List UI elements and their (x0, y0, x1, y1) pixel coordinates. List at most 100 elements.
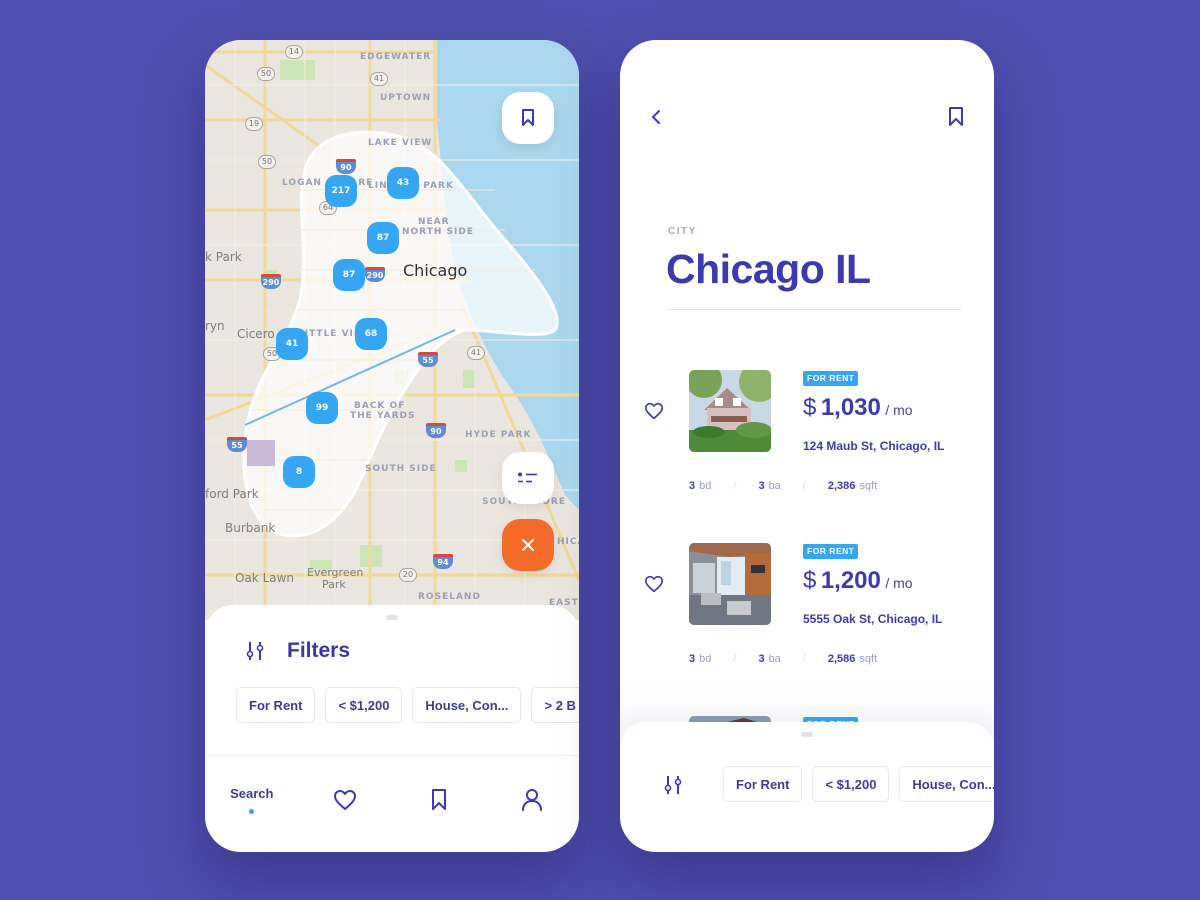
filter-chip-property-type[interactable]: House, Con... (899, 766, 994, 802)
listing-status-badge: FOR RENT (803, 544, 859, 559)
listing-cluster-marker[interactable]: 8 (283, 456, 315, 488)
map-view[interactable]: EDGEWATER UPTOWN LAKE VIEW LOGAN SQUARE … (205, 40, 579, 620)
listing-cluster-marker[interactable]: 99 (306, 392, 338, 424)
tab-favorites[interactable] (315, 780, 375, 820)
map-label: Chicago (403, 261, 468, 280)
list-view-icon (518, 472, 537, 483)
listing-card[interactable]: FOR RENT $ 1,030 / mo 124 Maub St, Chica… (620, 370, 994, 520)
bookmark-button[interactable] (948, 106, 964, 133)
sheet-drag-handle[interactable] (386, 615, 398, 620)
favorite-button[interactable] (644, 575, 664, 598)
tab-saved[interactable] (409, 780, 469, 820)
chevron-left-icon (652, 110, 660, 124)
city-caption: CITY (668, 226, 697, 237)
listing-address: 5555 Oak St, Chicago, IL (803, 612, 943, 626)
divider (666, 309, 961, 310)
listing-cluster-marker[interactable]: 41 (276, 328, 308, 360)
interstate-shield: 55 (227, 437, 247, 452)
map-label: NORTH SIDE (402, 227, 474, 237)
filter-chip-property-type[interactable]: House, Con... (412, 687, 522, 723)
map-label: Cicero (237, 327, 275, 341)
interstate-shield: 290 (365, 267, 385, 282)
city-title: Chicago IL (666, 246, 871, 292)
separator: / (733, 480, 737, 492)
map-label: SOUTH SIDE (365, 464, 437, 474)
map-label: Park (322, 578, 346, 591)
active-tab-indicator (249, 809, 255, 814)
baths-unit: ba (768, 653, 781, 665)
filter-chip-price[interactable]: < $1,200 (325, 687, 403, 723)
divider (205, 755, 579, 756)
separator: / (802, 480, 806, 492)
close-button[interactable] (502, 519, 554, 571)
tab-profile[interactable] (502, 780, 562, 820)
map-label: ROSELAND (418, 592, 481, 602)
tab-search-label: Search (230, 786, 274, 801)
price-period: / mo (885, 575, 913, 591)
map-label: THE YARDS (350, 411, 416, 421)
beds-count: 3 (689, 480, 696, 492)
bookmark-map-button[interactable] (502, 92, 554, 144)
listing-cluster-marker[interactable]: 217 (325, 175, 357, 207)
listing-photo[interactable] (689, 543, 771, 625)
heart-icon (334, 790, 357, 810)
area-unit: sqft (859, 480, 878, 492)
us-route-shield: 50 (258, 155, 276, 169)
favorite-button[interactable] (644, 402, 664, 425)
area-value: 2,386 (827, 480, 856, 492)
us-route-shield: 41 (467, 346, 485, 360)
map-label: HYDE PARK (465, 430, 532, 440)
interstate-shield: 90 (336, 159, 356, 174)
filters-header[interactable]: Filters (245, 639, 350, 663)
land-area (247, 440, 275, 466)
listing-cluster-marker[interactable]: 43 (387, 167, 419, 199)
sheet-drag-handle[interactable] (801, 732, 813, 737)
price-amount: 1,200 (820, 567, 881, 594)
filter-chip-price[interactable]: < $1,200 (812, 766, 890, 802)
beds-unit: bd (699, 480, 712, 492)
heart-icon (644, 402, 663, 420)
us-route-shield: 14 (285, 45, 303, 59)
listing-photo[interactable] (689, 370, 771, 452)
baths-unit: ba (768, 480, 781, 492)
map-label: Oak Lawn (235, 571, 295, 585)
filter-sliders-icon (664, 776, 682, 794)
filter-chip-row: For Rent < $1,200 House, Con... > 2 B (236, 687, 579, 723)
map-label: BACK OF (354, 401, 406, 411)
bottom-tab-bar: Search (205, 775, 579, 825)
beds-unit: bd (699, 653, 712, 665)
house-photo (689, 370, 771, 452)
interior-photo (689, 543, 771, 625)
park-area (280, 60, 315, 80)
area-unit: sqft (859, 653, 878, 665)
filters-button[interactable] (663, 774, 685, 801)
price-currency: $ (803, 394, 817, 421)
us-route-shield: 41 (370, 72, 388, 86)
close-icon (522, 539, 534, 551)
price-period: / mo (885, 402, 913, 418)
tab-search[interactable]: Search (222, 780, 282, 820)
filter-chip-for-rent[interactable]: For Rent (723, 766, 803, 802)
listing-card[interactable]: FOR RENT $ 1,200 / mo 5555 Oak St, Chica… (620, 543, 994, 693)
listing-stats: 3 bd / 3 ba / 2,586 sqft (689, 653, 877, 665)
back-button[interactable] (650, 106, 662, 133)
area-value: 2,586 (827, 653, 856, 665)
park-area (455, 460, 467, 472)
price-currency: $ (803, 567, 817, 594)
price-amount: 1,030 (820, 394, 881, 421)
bookmark-icon (431, 789, 446, 810)
filter-chip-for-rent[interactable]: For Rent (236, 687, 316, 723)
list-view-button[interactable] (502, 452, 554, 504)
interstate-shield: 290 (261, 274, 281, 289)
filter-chip-bedrooms[interactable]: > 2 B (531, 687, 579, 723)
heart-icon (644, 575, 663, 593)
filters-sheet: For Rent < $1,200 House, Con... (620, 722, 994, 852)
park-area (463, 370, 475, 388)
map-label: HICAG (557, 537, 579, 547)
listing-cluster-marker[interactable]: 87 (367, 222, 399, 254)
listing-stats: 3 bd / 3 ba / 2,386 sqft (689, 480, 877, 492)
listing-cluster-marker[interactable]: 87 (333, 259, 365, 291)
listing-cluster-marker[interactable]: 68 (355, 318, 387, 350)
interstate-shield: 90 (426, 423, 446, 438)
listing-address: 124 Maub St, Chicago, IL (803, 439, 945, 453)
